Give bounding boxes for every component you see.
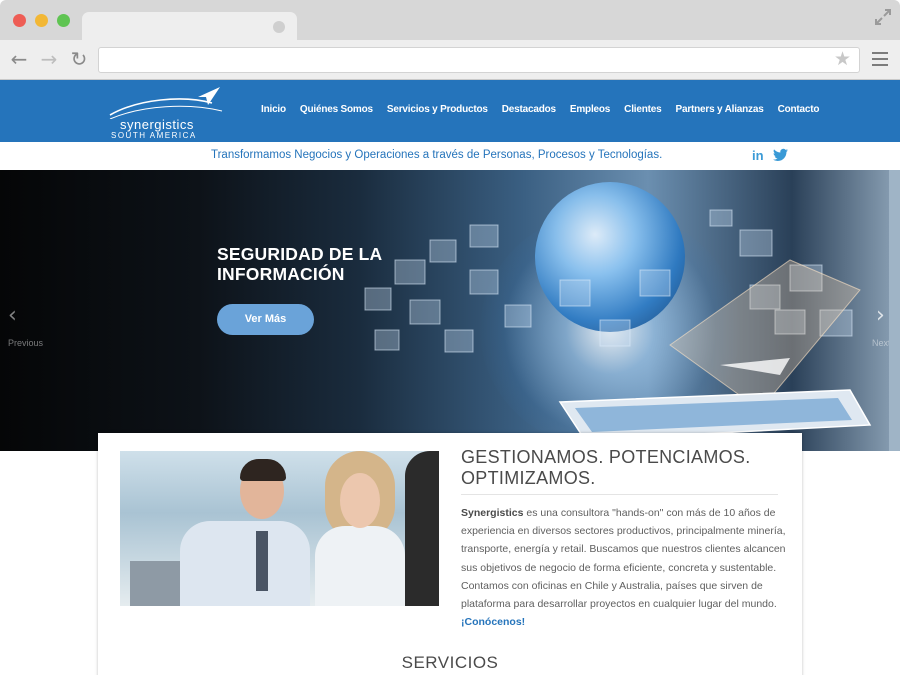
tagline-bar: Transformamos Negocios y Operaciones a t… [0, 142, 900, 170]
address-bar[interactable] [98, 47, 860, 73]
nav-item-partners[interactable]: Partners y Alianzas [675, 104, 763, 115]
menu-icon[interactable] [872, 52, 888, 66]
business-people-photo [120, 451, 439, 606]
hero-next-slide-peek [889, 170, 900, 451]
logo-subtitle: SOUTH AMERICA [111, 131, 197, 140]
browser-toolbar: ← → ↻ ★ [0, 40, 900, 80]
maximize-window-button[interactable] [57, 14, 70, 27]
carousel-prev-label[interactable]: Previous [8, 338, 43, 348]
main-nav: Inicio Quiénes Somos Servicios y Product… [261, 104, 833, 115]
nav-item-empleos[interactable]: Empleos [570, 104, 610, 115]
about-card: GESTIONAMOS. POTENCIAMOS. OPTIMIZAMOS. S… [98, 433, 802, 675]
back-arrow-icon[interactable]: ← [8, 48, 30, 70]
fullscreen-icon[interactable] [874, 8, 892, 26]
reload-icon[interactable]: ↻ [68, 48, 90, 70]
carousel-prev-icon[interactable]: ‹ [8, 303, 17, 328]
nav-item-inicio[interactable]: Inicio [261, 104, 286, 115]
hero-network-graphic [364, 209, 872, 441]
hero-title-line2: INFORMACIÓN [217, 264, 345, 284]
twitter-icon[interactable] [773, 148, 788, 163]
about-body: es una consultora "hands-on" con más de … [461, 507, 786, 611]
close-window-button[interactable] [13, 14, 26, 27]
ver-mas-button[interactable]: Ver Más [217, 304, 314, 335]
forward-arrow-icon[interactable]: → [38, 48, 60, 70]
nav-item-contacto[interactable]: Contacto [778, 104, 820, 115]
hero-carousel: SEGURIDAD DE LA INFORMACIÓN Ver Más ‹ Pr… [0, 170, 900, 451]
services-title: SERVICIOS [401, 653, 499, 672]
about-title-line2: OPTIMIZAMOS. [461, 468, 596, 488]
about-title: GESTIONAMOS. POTENCIAMOS. OPTIMIZAMOS. [461, 447, 751, 489]
about-description: Synergistics es una consultora "hands-on… [461, 504, 786, 631]
conocenos-link[interactable]: ¡Conócenos! [461, 616, 525, 628]
logo-swoosh-icon [109, 87, 223, 119]
logo[interactable]: synergistics SOUTH AMERICA [108, 85, 228, 140]
nav-item-quienes-somos[interactable]: Quiénes Somos [300, 104, 373, 115]
site-header: synergistics SOUTH AMERICA Inicio Quiéne… [0, 80, 900, 142]
minimize-window-button[interactable] [35, 14, 48, 27]
linkedin-icon[interactable]: in [752, 148, 767, 163]
nav-item-destacados[interactable]: Destacados [502, 104, 556, 115]
hero-title-line1: SEGURIDAD DE LA [217, 244, 383, 264]
nav-item-servicios[interactable]: Servicios y Productos [387, 104, 488, 115]
about-title-line1: GESTIONAMOS. POTENCIAMOS. [461, 447, 751, 467]
divider [461, 494, 778, 495]
tab-close-icon[interactable] [273, 21, 285, 33]
hero-title: SEGURIDAD DE LA INFORMACIÓN [217, 244, 382, 284]
social-links: in [752, 148, 788, 163]
browser-tab[interactable] [82, 12, 297, 42]
carousel-next-icon[interactable]: › [876, 303, 885, 328]
nav-item-clientes[interactable]: Clientes [624, 104, 662, 115]
company-name: Synergistics [461, 507, 524, 519]
tagline: Transformamos Negocios y Operaciones a t… [211, 149, 663, 161]
carousel-next-label[interactable]: Next [872, 338, 891, 348]
logo-wordmark: synergistics [120, 117, 194, 132]
browser-chrome: ← → ↻ ★ [0, 0, 900, 80]
